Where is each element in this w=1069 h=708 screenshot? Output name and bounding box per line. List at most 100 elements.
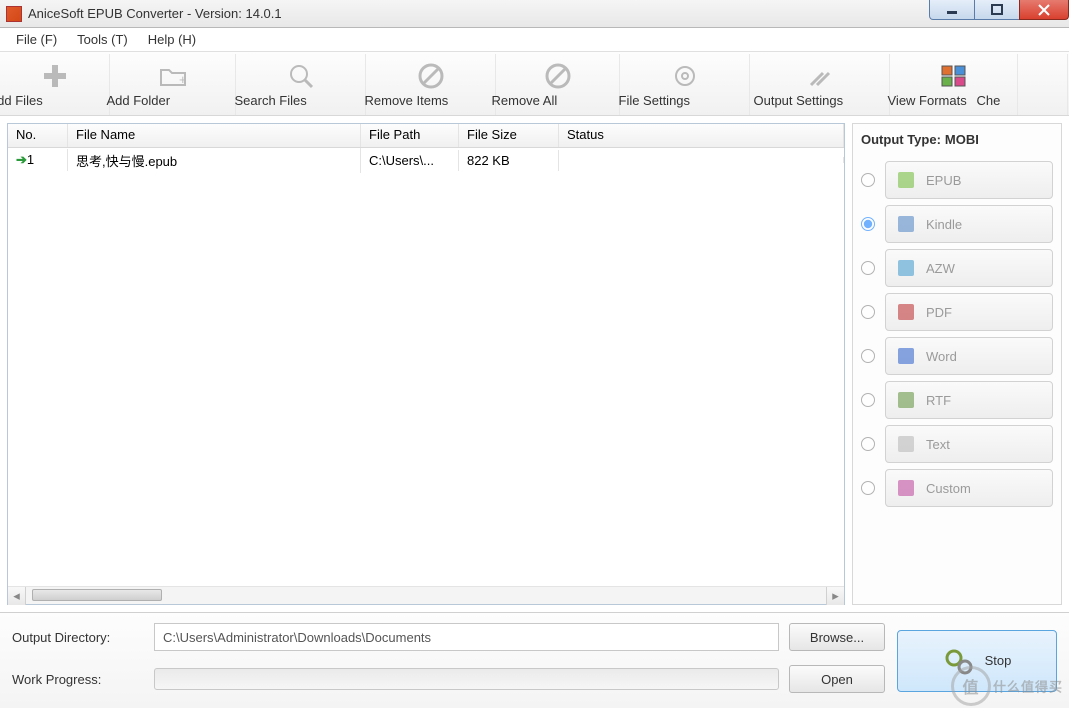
format-button-epub[interactable]: EPUB xyxy=(885,161,1053,199)
format-icon-epub xyxy=(896,170,916,190)
format-row-word[interactable]: Word xyxy=(861,337,1053,375)
minimize-icon xyxy=(946,4,958,16)
main-area: No. File Name File Path File Size Status… xyxy=(0,116,1069,612)
search-files-label: Search Files xyxy=(235,93,367,108)
output-type-value: MOBI xyxy=(945,132,979,147)
format-row-azw[interactable]: AZW xyxy=(861,249,1053,287)
table-row[interactable]: ➔1 思考,快与慢.epub C:\Users\... 822 KB xyxy=(8,148,844,172)
format-radio-epub[interactable] xyxy=(861,173,875,187)
format-row-custom[interactable]: Custom xyxy=(861,469,1053,507)
add-files-button[interactable]: Add Files xyxy=(0,54,110,115)
output-settings-button[interactable]: Output Settings xyxy=(750,54,890,115)
format-radio-rtf[interactable] xyxy=(861,393,875,407)
col-path-header[interactable]: File Path xyxy=(361,124,459,147)
remove-all-button[interactable]: Remove All xyxy=(496,54,620,115)
format-label: Word xyxy=(926,349,957,364)
bottom-right: Stop xyxy=(897,623,1057,698)
format-label: Text xyxy=(926,437,950,452)
col-size-header[interactable]: File Size xyxy=(459,124,559,147)
format-radio-pdf[interactable] xyxy=(861,305,875,319)
format-row-epub[interactable]: EPUB xyxy=(861,161,1053,199)
format-row-pdf[interactable]: PDF xyxy=(861,293,1053,331)
grid-icon xyxy=(940,62,968,90)
format-icon-azw xyxy=(896,258,916,278)
col-no-header[interactable]: No. xyxy=(8,124,68,147)
horizontal-scrollbar[interactable]: ◂ ▸ xyxy=(8,586,844,604)
format-radio-text[interactable] xyxy=(861,437,875,451)
format-icon-word xyxy=(896,346,916,366)
output-type-label: Output Type: xyxy=(861,132,941,147)
plus-icon xyxy=(41,62,69,90)
output-type-row: Output Type: MOBI xyxy=(861,128,1053,155)
output-directory-input[interactable]: C:\Users\Administrator\Downloads\Documen… xyxy=(154,623,779,651)
work-progress-label: Work Progress: xyxy=(12,672,144,687)
open-button[interactable]: Open xyxy=(789,665,885,693)
format-button-kindle[interactable]: Kindle xyxy=(885,205,1053,243)
check-button[interactable]: Che xyxy=(1018,54,1068,115)
remove-items-button[interactable]: Remove Items xyxy=(366,54,496,115)
cell-no: ➔1 xyxy=(8,149,68,171)
format-icon-text xyxy=(896,434,916,454)
format-icon-kindle xyxy=(896,214,916,234)
minimize-button[interactable] xyxy=(929,0,975,20)
format-button-word[interactable]: Word xyxy=(885,337,1053,375)
format-row-rtf[interactable]: RTF xyxy=(861,381,1053,419)
stop-label: Stop xyxy=(985,653,1012,668)
col-name-header[interactable]: File Name xyxy=(68,124,361,147)
cell-status xyxy=(559,157,844,163)
cell-name: 思考,快与慢.epub xyxy=(68,148,361,173)
check-label: Che xyxy=(977,93,1069,108)
arrow-right-icon: ➔ xyxy=(16,152,27,168)
search-icon xyxy=(287,62,315,90)
add-folder-button[interactable]: + Add Folder xyxy=(110,54,236,115)
add-files-label: Add Files xyxy=(0,93,121,108)
file-settings-button[interactable]: File Settings xyxy=(620,54,750,115)
window-controls xyxy=(930,0,1069,20)
close-button[interactable] xyxy=(1019,0,1069,20)
scroll-right-icon[interactable]: ▸ xyxy=(826,587,844,605)
scroll-thumb[interactable] xyxy=(32,589,162,601)
close-icon xyxy=(1038,4,1050,16)
menu-tools[interactable]: Tools (T) xyxy=(71,30,134,49)
format-radio-azw[interactable] xyxy=(861,261,875,275)
maximize-button[interactable] xyxy=(974,0,1020,20)
menu-help[interactable]: Help (H) xyxy=(142,30,202,49)
output-sidebar: Output Type: MOBI EPUB Kindle AZW PDF Word RT… xyxy=(852,123,1062,605)
list-header: No. File Name File Path File Size Status xyxy=(8,124,844,148)
app-icon xyxy=(6,6,22,22)
cell-path: C:\Users\... xyxy=(361,150,459,171)
format-button-azw[interactable]: AZW xyxy=(885,249,1053,287)
format-button-rtf[interactable]: RTF xyxy=(885,381,1053,419)
format-label: Kindle xyxy=(926,217,962,232)
format-row-text[interactable]: Text xyxy=(861,425,1053,463)
scroll-left-icon[interactable]: ◂ xyxy=(8,587,26,605)
format-icon-custom xyxy=(896,478,916,498)
progress-bar xyxy=(154,668,779,690)
format-radio-word[interactable] xyxy=(861,349,875,363)
add-folder-label: Add Folder xyxy=(107,93,239,108)
folder-plus-icon: + xyxy=(159,62,187,90)
list-body[interactable]: ➔1 思考,快与慢.epub C:\Users\... 822 KB xyxy=(8,148,844,586)
format-label: EPUB xyxy=(926,173,961,188)
format-button-text[interactable]: Text xyxy=(885,425,1053,463)
format-button-custom[interactable]: Custom xyxy=(885,469,1053,507)
forbidden-icon xyxy=(417,62,445,90)
format-button-pdf[interactable]: PDF xyxy=(885,293,1053,331)
format-row-kindle[interactable]: Kindle xyxy=(861,205,1053,243)
gear-icon xyxy=(671,62,699,90)
format-label: AZW xyxy=(926,261,955,276)
menu-file[interactable]: File (F) xyxy=(10,30,63,49)
titlebar: AniceSoft EPUB Converter - Version: 14.0… xyxy=(0,0,1069,28)
stop-button[interactable]: Stop xyxy=(897,630,1057,692)
format-radio-kindle[interactable] xyxy=(861,217,875,231)
maximize-icon xyxy=(991,4,1003,16)
col-status-header[interactable]: Status xyxy=(559,124,844,147)
browse-button[interactable]: Browse... xyxy=(789,623,885,651)
output-directory-label: Output Directory: xyxy=(12,630,144,645)
search-files-button[interactable]: Search Files xyxy=(236,54,366,115)
format-radio-custom[interactable] xyxy=(861,481,875,495)
check-icon xyxy=(1029,62,1057,90)
cell-no-text: 1 xyxy=(27,152,34,167)
file-settings-label: File Settings xyxy=(619,93,751,108)
svg-text:+: + xyxy=(179,72,187,87)
